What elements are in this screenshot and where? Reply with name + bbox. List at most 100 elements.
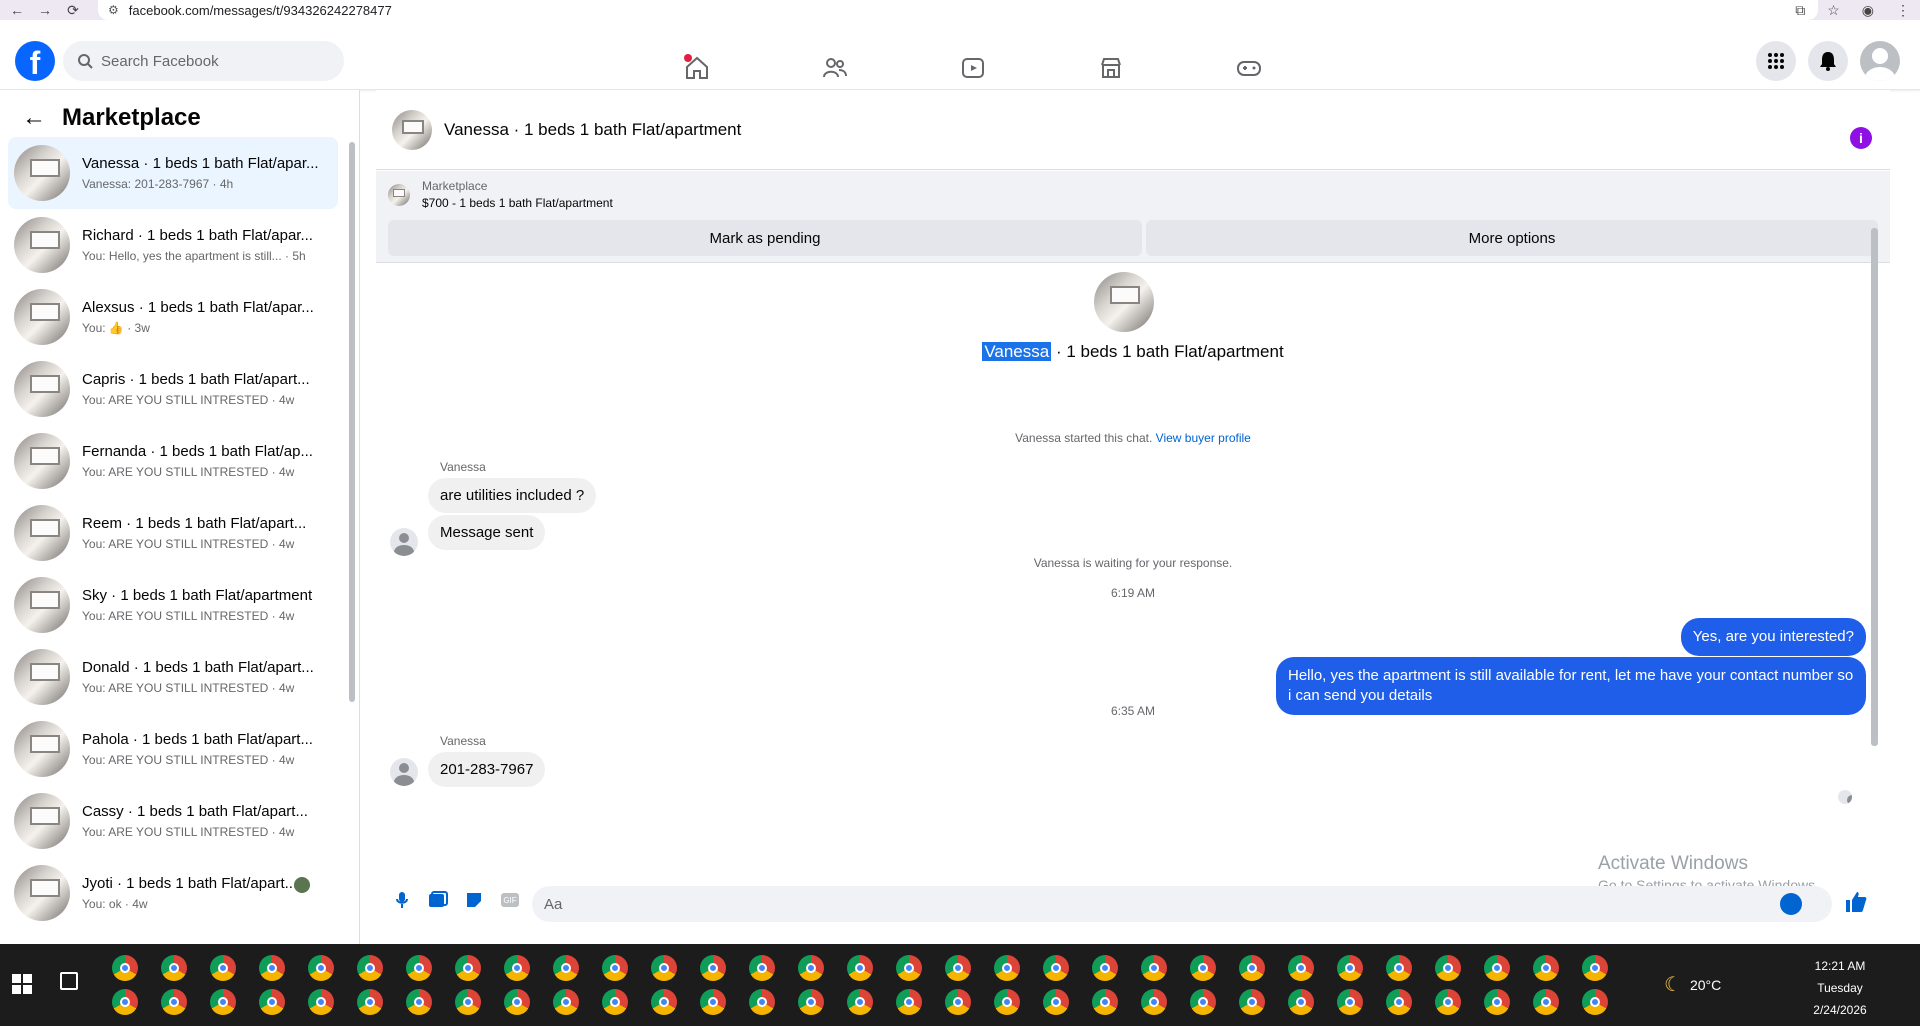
taskbar-app-icon[interactable]: [1386, 989, 1412, 1015]
taskbar-app-icon[interactable]: [798, 955, 824, 981]
taskbar-app-icon[interactable]: [455, 989, 481, 1015]
taskbar-app-icon[interactable]: [651, 989, 677, 1015]
taskbar-app-icon[interactable]: [112, 989, 138, 1015]
back-arrow-icon[interactable]: ←: [22, 104, 46, 132]
incoming-message[interactable]: Message sent: [428, 515, 546, 550]
gaming-icon[interactable]: [1180, 50, 1318, 86]
taskbar-app-icon[interactable]: [602, 955, 628, 981]
taskbar-app-icon[interactable]: [1239, 989, 1265, 1015]
taskbar-app-icon[interactable]: [504, 989, 530, 1015]
chat-listing-thumbnail[interactable]: [392, 109, 432, 150]
account-avatar[interactable]: [1860, 41, 1900, 81]
taskbar-app-icon[interactable]: [1484, 955, 1510, 981]
facebook-logo[interactable]: f: [15, 41, 55, 81]
taskbar-app-icon[interactable]: [1190, 989, 1216, 1015]
site-settings-icon[interactable]: ⚙: [108, 3, 119, 17]
sidebar-scrollbar[interactable]: [349, 142, 355, 702]
taskbar-app-icon[interactable]: [210, 989, 236, 1015]
taskbar-app-icon[interactable]: [161, 955, 187, 981]
install-app-icon[interactable]: ⧉: [1795, 2, 1805, 19]
taskbar-app-icon[interactable]: [1484, 989, 1510, 1015]
search-input[interactable]: Search Facebook: [63, 41, 344, 81]
thumbs-up-icon[interactable]: [1844, 890, 1870, 916]
forward-arrow-icon[interactable]: →: [34, 2, 56, 18]
list-item[interactable]: Donald · 1 beds 1 bath Flat/apart... You…: [8, 641, 338, 713]
taskbar-app-icon[interactable]: [1141, 989, 1167, 1015]
listing-info[interactable]: Marketplace $700 - 1 beds 1 bath Flat/ap…: [388, 179, 613, 210]
gif-icon[interactable]: GIF: [498, 888, 522, 912]
taskbar-app-icon[interactable]: [896, 955, 922, 981]
taskbar-app-icon[interactable]: [1288, 955, 1314, 981]
taskbar-app-icon[interactable]: [994, 955, 1020, 981]
microphone-icon[interactable]: [390, 888, 414, 912]
taskbar-app-icon[interactable]: [406, 989, 432, 1015]
address-bar[interactable]: ⚙ facebook.com/messages/t/93432624227847…: [98, 0, 1818, 20]
list-item[interactable]: Cassy · 1 beds 1 bath Flat/apart... You:…: [8, 785, 338, 857]
taskbar-app-icon[interactable]: [553, 989, 579, 1015]
list-item[interactable]: Pahola · 1 beds 1 bath Flat/apart... You…: [8, 713, 338, 785]
taskbar-app-icon[interactable]: [259, 989, 285, 1015]
view-buyer-profile-link[interactable]: View buyer profile: [1156, 431, 1251, 445]
apps-menu-icon[interactable]: [1756, 41, 1796, 81]
taskbar-app-icon[interactable]: [1533, 955, 1559, 981]
more-options-button[interactable]: More options: [1146, 220, 1878, 256]
list-item[interactable]: Reem · 1 beds 1 bath Flat/apart... You: …: [8, 497, 338, 569]
reload-icon[interactable]: ⟳: [62, 2, 84, 19]
taskbar-app-icon[interactable]: [455, 955, 481, 981]
emoji-icon[interactable]: [1780, 893, 1802, 915]
notifications-bell-icon[interactable]: [1808, 41, 1848, 81]
taskbar-app-icon[interactable]: [945, 955, 971, 981]
weather-widget[interactable]: ☾ 20°C: [1664, 972, 1721, 997]
taskbar-app-icon[interactable]: [259, 955, 285, 981]
taskbar-app-icon[interactable]: [1337, 955, 1363, 981]
taskbar-app-icon[interactable]: [1337, 989, 1363, 1015]
taskbar-app-icon[interactable]: [749, 955, 775, 981]
taskbar-app-icon[interactable]: [994, 989, 1020, 1015]
bookmark-star-icon[interactable]: ☆: [1827, 2, 1840, 19]
mark-as-pending-button[interactable]: Mark as pending: [388, 220, 1142, 256]
taskbar-app-icon[interactable]: [1386, 955, 1412, 981]
taskbar-app-icon[interactable]: [1582, 955, 1608, 981]
taskbar-app-icon[interactable]: [798, 989, 824, 1015]
taskbar-app-icon[interactable]: [1288, 989, 1314, 1015]
taskbar-app-icon[interactable]: [357, 989, 383, 1015]
list-item[interactable]: Vanessa · 1 beds 1 bath Flat/apar... Van…: [8, 137, 338, 209]
taskbar-app-icon[interactable]: [1533, 989, 1559, 1015]
taskbar-app-icon[interactable]: [1190, 955, 1216, 981]
taskbar-app-icon[interactable]: [406, 955, 432, 981]
taskbar-app-icon[interactable]: [700, 955, 726, 981]
taskbar-app-icon[interactable]: [700, 989, 726, 1015]
taskbar-app-icon[interactable]: [602, 989, 628, 1015]
taskbar-app-icon[interactable]: [504, 955, 530, 981]
list-item[interactable]: Richard · 1 beds 1 bath Flat/apar... You…: [8, 209, 338, 281]
taskbar-app-icon[interactable]: [847, 989, 873, 1015]
sender-avatar[interactable]: [390, 758, 418, 786]
taskbar-app-icon[interactable]: [1435, 955, 1461, 981]
list-item[interactable]: Sky · 1 beds 1 bath Flat/apartment You: …: [8, 569, 338, 641]
taskbar-app-icon[interactable]: [210, 955, 236, 981]
taskbar-app-icon[interactable]: [161, 989, 187, 1015]
taskbar-app-icon[interactable]: [847, 955, 873, 981]
taskbar-app-icon[interactable]: [1043, 989, 1069, 1015]
back-arrow-icon[interactable]: ←: [6, 2, 28, 18]
message-input[interactable]: Aa: [532, 886, 1832, 922]
windows-start-icon[interactable]: [12, 974, 32, 994]
outgoing-message[interactable]: Yes, are you interested?: [1680, 618, 1866, 656]
taskbar-app-icon[interactable]: [553, 955, 579, 981]
marketplace-icon[interactable]: [1042, 50, 1180, 86]
list-item[interactable]: Jyoti · 1 beds 1 bath Flat/apart... You:…: [8, 857, 338, 929]
taskbar-app-icon[interactable]: [1043, 955, 1069, 981]
taskbar-app-icon[interactable]: [308, 955, 334, 981]
list-item[interactable]: Fernanda · 1 beds 1 bath Flat/ap... You:…: [8, 425, 338, 497]
sender-avatar[interactable]: [390, 528, 418, 556]
browser-menu-icon[interactable]: ⋮: [1896, 2, 1910, 19]
photo-icon[interactable]: [426, 888, 450, 912]
list-item[interactable]: Alexsus · 1 beds 1 bath Flat/apar... You…: [8, 281, 338, 353]
taskbar-app-icon[interactable]: [749, 989, 775, 1015]
taskbar-app-icon[interactable]: [1092, 989, 1118, 1015]
info-icon[interactable]: i: [1850, 127, 1872, 149]
taskbar-app-icon[interactable]: [1092, 955, 1118, 981]
incoming-message[interactable]: are utilities included ?: [428, 478, 597, 513]
task-view-icon[interactable]: [60, 972, 78, 990]
taskbar-app-icon[interactable]: [1582, 989, 1608, 1015]
